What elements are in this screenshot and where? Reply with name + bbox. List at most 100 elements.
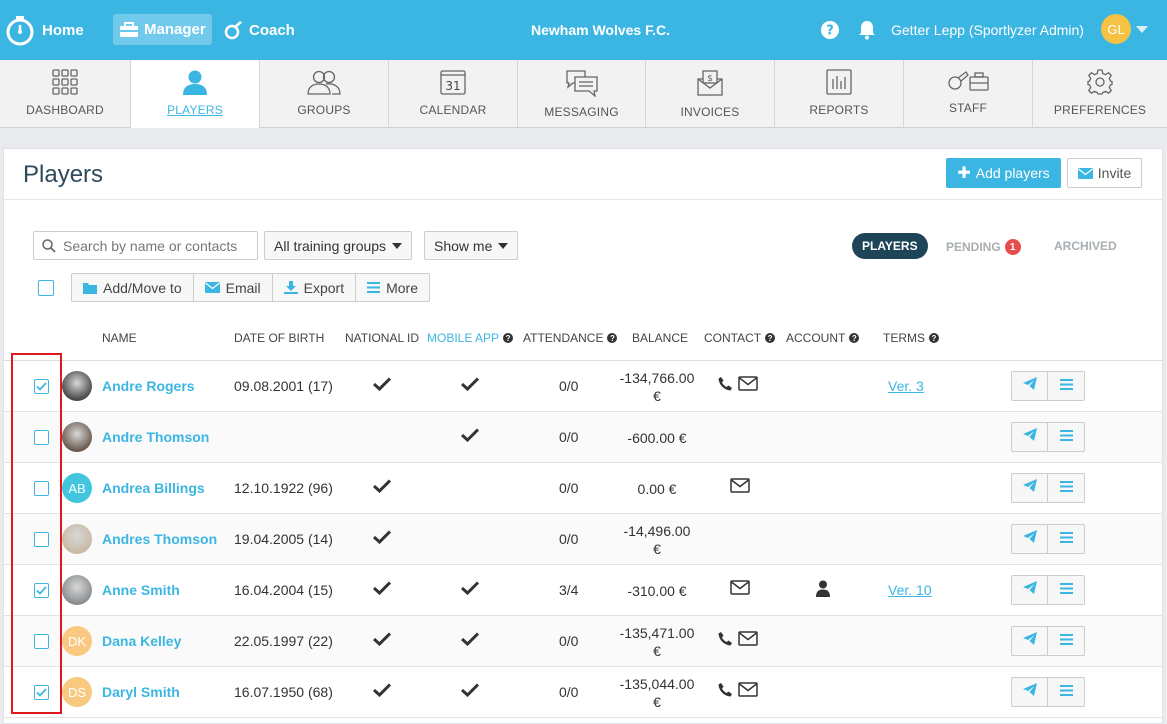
filter-players[interactable]: PLAYERS: [852, 233, 928, 259]
row-menu-button[interactable]: [1048, 423, 1084, 451]
avatar: [62, 422, 92, 452]
chevron-down-icon: [498, 242, 509, 249]
column-account[interactable]: ACCOUNT?: [786, 331, 860, 345]
terms-link[interactable]: Ver. 3: [888, 378, 924, 394]
filter-archived[interactable]: ARCHIVED: [1054, 239, 1117, 253]
help-icon[interactable]: ?: [821, 0, 839, 60]
user-name[interactable]: Getter Lepp (Sportlyzer Admin): [891, 0, 1084, 60]
send-message-button[interactable]: [1012, 372, 1048, 400]
tab-invoices[interactable]: $ INVOICES: [646, 60, 775, 128]
select-all-checkbox[interactable]: [38, 280, 54, 296]
column-dob[interactable]: DATE OF BIRTH: [234, 331, 324, 345]
column-balance[interactable]: BALANCE: [632, 331, 688, 345]
tab-messaging[interactable]: MESSAGING: [518, 60, 646, 128]
send-message-button[interactable]: [1012, 474, 1048, 502]
player-name-link[interactable]: Dana Kelley: [102, 633, 181, 649]
manager-link[interactable]: Manager: [113, 14, 212, 45]
manager-label: Manager: [144, 21, 206, 38]
phone-icon[interactable]: [718, 376, 732, 396]
envelope-icon[interactable]: [730, 478, 750, 498]
mobile-app-label: MOBILE APP: [427, 331, 500, 345]
row-menu-button[interactable]: [1048, 678, 1084, 706]
invite-button[interactable]: Invite: [1067, 158, 1142, 188]
training-groups-dropdown[interactable]: All training groups: [264, 231, 413, 260]
tab-staff[interactable]: STAFF: [904, 60, 1033, 128]
table-row: DS Daryl Smith 16.07.1950 (68) 0/0 -135,044.…: [4, 667, 1162, 718]
user-icon: [183, 70, 207, 95]
tab-players[interactable]: PLAYERS: [131, 60, 260, 128]
row-menu-button[interactable]: [1048, 372, 1084, 400]
list-icon: [1059, 581, 1073, 599]
home-link[interactable]: Home: [0, 0, 84, 60]
coach-link[interactable]: Coach: [224, 0, 295, 60]
tab-groups[interactable]: GROUPS: [260, 60, 389, 128]
envelope-icon[interactable]: [738, 376, 758, 396]
send-message-button[interactable]: [1012, 627, 1048, 655]
column-mobile-app[interactable]: MOBILE APP?: [427, 331, 514, 345]
terms-label: TERMS: [883, 331, 925, 345]
help-icon[interactable]: ?: [503, 333, 514, 343]
envelope-icon[interactable]: [738, 682, 758, 702]
date-of-birth: 12.10.1922 (96): [234, 480, 333, 496]
terms-link[interactable]: Ver. 10: [888, 582, 932, 598]
send-message-button[interactable]: [1012, 678, 1048, 706]
tab-preferences[interactable]: PREFERENCES: [1033, 60, 1167, 128]
player-name-link[interactable]: Andre Thomson: [102, 429, 209, 445]
tab-reports[interactable]: REPORTS: [775, 60, 904, 128]
check-icon: [460, 377, 480, 396]
show-me-label: Show me: [434, 237, 493, 254]
player-name-link[interactable]: Andrea Billings: [102, 480, 205, 496]
export-button[interactable]: Export: [273, 274, 357, 301]
help-icon[interactable]: ?: [929, 333, 939, 343]
filter-pending[interactable]: PENDING 1: [946, 239, 1021, 255]
help-icon[interactable]: ?: [849, 333, 860, 343]
tab-calendar[interactable]: 31 CALENDAR: [389, 60, 518, 128]
table-row: Anne Smith 16.04.2004 (15) 3/4 -310.00 € Ver…: [4, 565, 1162, 616]
search-input[interactable]: Search by name or contacts: [33, 231, 258, 260]
column-name[interactable]: NAME: [102, 331, 137, 345]
add-players-button[interactable]: ✚ Add players: [946, 158, 1061, 188]
gear-icon: [1087, 69, 1113, 95]
players-panel: Players ✚ Add players Invite Search by n…: [3, 148, 1163, 724]
show-me-dropdown[interactable]: Show me: [424, 231, 519, 260]
row-actions: [1011, 371, 1085, 401]
send-message-button[interactable]: [1012, 576, 1048, 604]
more-button[interactable]: More: [356, 274, 429, 301]
grid-icon: [52, 69, 78, 95]
row-menu-button[interactable]: [1048, 525, 1084, 553]
player-name-link[interactable]: Anne Smith: [102, 582, 180, 598]
date-of-birth: 22.05.1997 (22): [234, 633, 333, 649]
club-name: Newham Wolves F.C.: [531, 22, 671, 38]
paper-plane-icon: [1022, 530, 1037, 548]
tab-dashboard[interactable]: DASHBOARD: [0, 60, 131, 128]
player-name-link[interactable]: Andre Rogers: [102, 378, 195, 394]
chevron-down-icon[interactable]: [1136, 26, 1148, 33]
envelope-icon[interactable]: [730, 580, 750, 600]
envelope-icon[interactable]: [738, 631, 758, 651]
help-icon[interactable]: ?: [765, 333, 776, 343]
bell-icon[interactable]: [858, 0, 876, 60]
player-name-link[interactable]: Andres Thomson: [102, 531, 217, 547]
balance-amount: -134,766.00: [619, 370, 695, 386]
avatar: [62, 524, 92, 554]
row-menu-button[interactable]: [1048, 627, 1084, 655]
player-name-link[interactable]: Daryl Smith: [102, 684, 180, 700]
help-icon[interactable]: ?: [607, 333, 618, 343]
row-menu-button[interactable]: [1048, 474, 1084, 502]
column-contact[interactable]: CONTACT?: [704, 331, 776, 345]
column-national-id[interactable]: NATIONAL ID: [345, 331, 419, 345]
avatar: DK: [62, 626, 92, 656]
attendance: 0/0: [559, 633, 579, 649]
phone-icon[interactable]: [718, 631, 732, 651]
column-attendance[interactable]: ATTENDANCE?: [523, 331, 618, 345]
row-menu-button[interactable]: [1048, 576, 1084, 604]
send-message-button[interactable]: [1012, 525, 1048, 553]
user-avatar[interactable]: GL: [1101, 14, 1131, 44]
phone-icon[interactable]: [718, 682, 732, 702]
email-button[interactable]: Email: [194, 274, 273, 301]
tab-label: GROUPS: [297, 103, 351, 117]
bar-chart-icon: [826, 69, 852, 95]
column-terms[interactable]: TERMS?: [883, 331, 939, 345]
add-move-button[interactable]: Add/Move to: [72, 274, 194, 301]
send-message-button[interactable]: [1012, 423, 1048, 451]
